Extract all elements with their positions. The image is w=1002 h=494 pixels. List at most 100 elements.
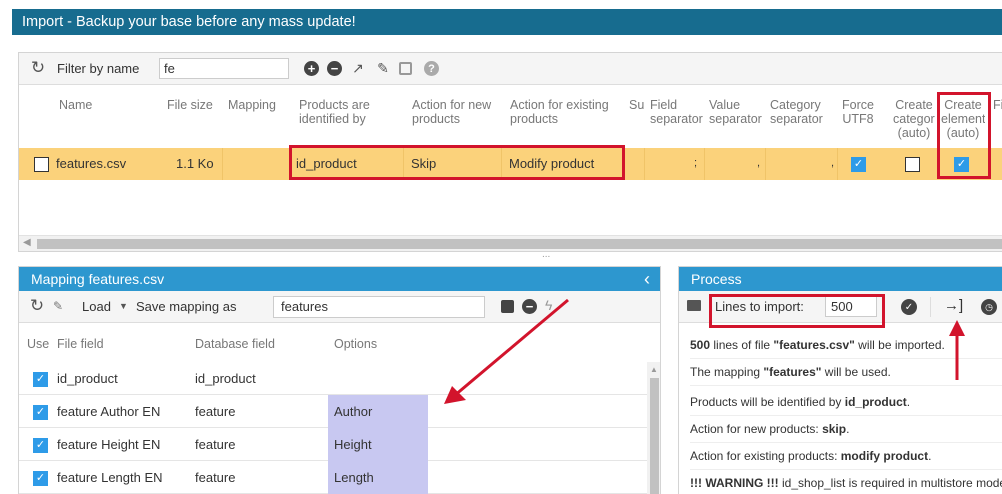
row-size: 1.1 Ko — [176, 156, 214, 171]
save-as-label: Save mapping as — [136, 299, 237, 314]
use-checkbox[interactable]: ✓ — [33, 471, 48, 486]
save-icon[interactable] — [399, 62, 412, 75]
option-value: Height — [334, 437, 372, 452]
message-bold: 500 — [690, 338, 711, 352]
list-item[interactable]: ✓ feature Length EN feature Length — [19, 461, 647, 494]
row-category-separator[interactable]: , — [831, 157, 834, 169]
grid-header: Name File size Mapping Products are iden… — [19, 86, 1002, 148]
message-text: . — [928, 449, 932, 463]
refresh-icon[interactable]: ↻ — [29, 58, 47, 77]
process-panel-header: Process — [679, 267, 1002, 291]
row-value-separator[interactable]: , — [757, 157, 760, 169]
col-value-separator[interactable]: Value separator — [709, 98, 767, 126]
splitter-handle[interactable]: ... — [542, 249, 550, 260]
col-su[interactable]: Su — [629, 98, 644, 112]
col-category-separator[interactable]: Category separator — [770, 98, 823, 126]
horizontal-scrollbar[interactable]: ◀ — [19, 235, 1002, 251]
remove-icon[interactable]: − — [327, 61, 342, 76]
cell-divider — [704, 148, 705, 180]
toolbar-divider — [930, 297, 931, 317]
file-field: feature Height EN — [57, 437, 161, 452]
col-create-category[interactable]: Create category (auto) — [893, 98, 935, 140]
col-value-separator-line2: separator — [709, 112, 762, 126]
edit-icon[interactable]: ✎ — [374, 59, 392, 77]
filter-label: Filter by name — [57, 61, 140, 76]
use-checkbox[interactable]: ✓ — [33, 372, 48, 387]
col-file-field: File field — [57, 337, 104, 351]
process-message: Action for existing products: modify pro… — [690, 443, 1002, 470]
chevron-down-icon[interactable]: ▼ — [119, 301, 128, 311]
file-field: feature Length EN — [57, 470, 163, 485]
clock-icon[interactable]: ◷ — [981, 299, 997, 315]
col-fi[interactable]: Fi — [993, 98, 1002, 112]
cell-divider — [765, 148, 766, 180]
scrollbar-thumb[interactable] — [37, 239, 1002, 249]
database-field[interactable]: id_product — [195, 371, 256, 386]
mapping-panel-title: Mapping features.csv — [31, 271, 165, 287]
process-message: Action for new products: skip. — [690, 416, 1002, 443]
col-value-separator-line1: Value — [709, 98, 741, 112]
add-icon[interactable]: + — [304, 61, 319, 76]
col-create-category-line1: Create — [895, 98, 933, 112]
message-text: will be used. — [821, 365, 891, 379]
filter-input[interactable]: fe — [159, 58, 289, 79]
col-field-separator-line2: separator — [650, 112, 703, 126]
process-message: Products will be identified by id_produc… — [690, 389, 1002, 416]
message-bold: "features" — [763, 365, 822, 379]
scrollbar-thumb[interactable] — [650, 378, 659, 494]
message-text: id_shop_list is required in multistore m… — [778, 476, 1002, 490]
database-field[interactable]: feature — [195, 437, 235, 452]
col-database-field: Database field — [195, 337, 275, 351]
highlight-box — [937, 92, 991, 179]
highlight-box — [709, 294, 885, 328]
force-utf8-checkbox[interactable]: ✓ — [851, 157, 866, 172]
cell-divider — [222, 148, 223, 180]
message-bold: "features.csv" — [773, 338, 855, 352]
scroll-up-arrow[interactable]: ▲ — [650, 365, 658, 374]
col-category-separator-line1: Category — [770, 98, 821, 112]
filter-input-value: fe — [164, 61, 175, 76]
message-text: lines of file — [710, 338, 774, 352]
list-item[interactable]: ✓ feature Height EN feature Height — [19, 428, 647, 461]
col-action-new[interactable]: Action for new products — [412, 98, 491, 126]
col-name[interactable]: Name — [59, 98, 92, 112]
collapse-icon[interactable]: ‹ — [644, 267, 650, 291]
use-checkbox[interactable]: ✓ — [33, 405, 48, 420]
col-identified-by[interactable]: Products are identified by — [299, 98, 370, 126]
option-cell[interactable]: Length — [328, 461, 428, 494]
use-checkbox[interactable]: ✓ — [33, 438, 48, 453]
option-cell[interactable]: Height — [328, 428, 428, 461]
create-category-checkbox[interactable] — [905, 157, 920, 172]
database-field[interactable]: feature — [195, 470, 235, 485]
col-force-utf8-line1: Force — [842, 98, 874, 112]
col-mapping[interactable]: Mapping — [228, 98, 276, 112]
load-button[interactable]: Load — [82, 299, 111, 314]
check-icon[interactable]: ✓ — [901, 299, 917, 315]
open-external-icon[interactable]: ↗ — [349, 59, 367, 77]
col-action-existing[interactable]: Action for existing products — [510, 98, 609, 126]
message-text: Action for existing products: — [690, 449, 841, 463]
col-force-utf8[interactable]: Force UTF8 — [841, 98, 875, 126]
database-field[interactable]: feature — [195, 404, 235, 419]
scroll-left-arrow[interactable]: ◀ — [23, 237, 31, 248]
message-text: Products will be identified by — [690, 395, 845, 409]
row-checkbox[interactable] — [34, 157, 49, 172]
file-field: feature Author EN — [57, 404, 161, 419]
help-icon[interactable]: ? — [424, 61, 439, 76]
col-action-new-line1: Action for new — [412, 98, 492, 112]
col-options: Options — [334, 337, 378, 351]
message-text: Action for new products: — [690, 422, 823, 436]
col-field-separator[interactable]: Field separator — [650, 98, 708, 126]
cell-divider — [644, 148, 645, 180]
option-cell[interactable]: Author — [328, 395, 428, 428]
vertical-scrollbar[interactable]: ▲ — [647, 362, 660, 494]
col-action-existing-line2: products — [510, 112, 558, 126]
row-field-separator[interactable]: ; — [694, 157, 697, 169]
refresh-icon[interactable]: ↻ — [28, 296, 46, 315]
folder-icon[interactable] — [687, 300, 701, 311]
load-icon[interactable]: ✎ — [53, 299, 63, 313]
highlight-box — [289, 145, 625, 180]
import-icon[interactable]: →] — [944, 297, 963, 314]
col-file-size[interactable]: File size — [167, 98, 213, 112]
import-grid-panel: ↻ Filter by name fe + − ↗ ✎ ? Name File … — [18, 52, 1002, 252]
